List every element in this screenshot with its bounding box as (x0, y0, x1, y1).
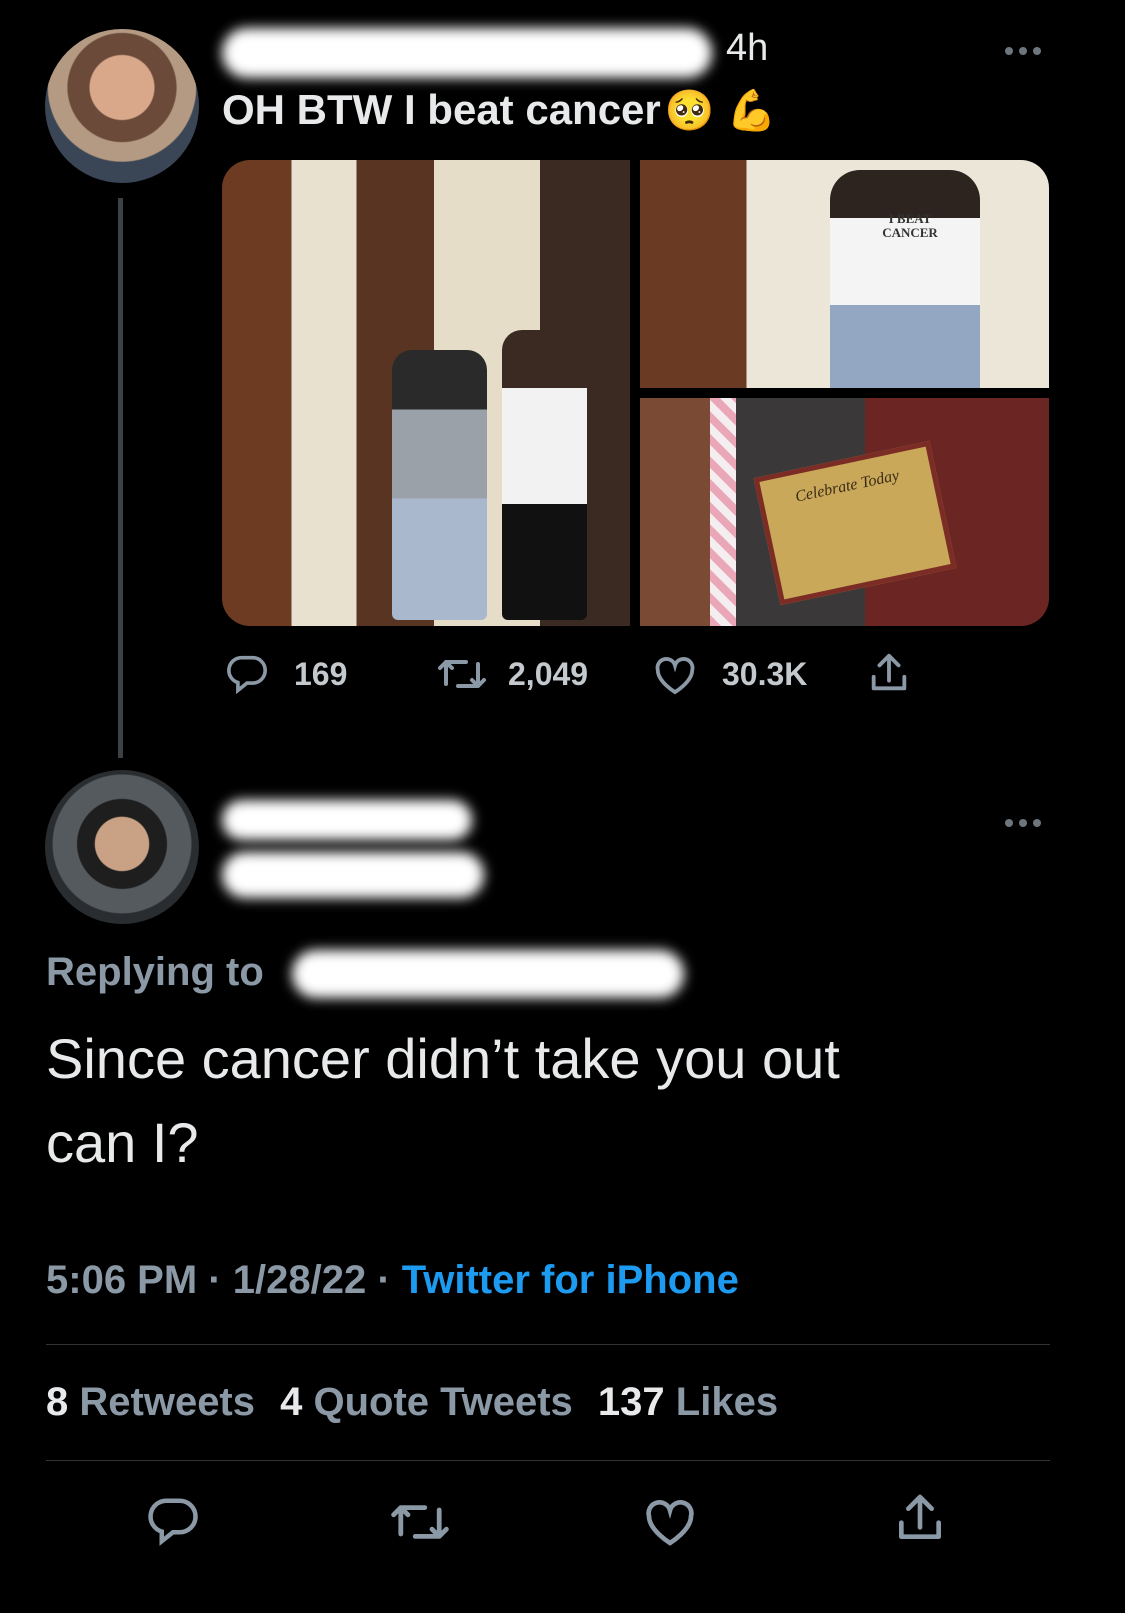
replying-to-label: Replying to (46, 950, 264, 994)
parent-more-icon[interactable] (1005, 42, 1047, 60)
meta-separator: · (377, 1258, 391, 1302)
reply-text-line2: can I? (46, 1111, 199, 1174)
reply-like-button[interactable] (642, 1496, 698, 1548)
likes-stat[interactable]: 137 Likes (598, 1380, 778, 1424)
parent-retweet-button[interactable] (436, 654, 488, 694)
meta-separator: · (208, 1258, 222, 1302)
photo-shirt-text: I BEAT CANCER (882, 211, 938, 240)
share-icon (899, 1494, 941, 1539)
likes-label: Likes (675, 1380, 779, 1424)
reply-source-link[interactable]: Twitter for iPhone (402, 1258, 739, 1302)
photo-plaque-board: Celebrate Today (753, 440, 957, 606)
photo-person-plaid (392, 350, 487, 620)
photo-bell-rope (710, 398, 736, 626)
like-icon (646, 1500, 694, 1546)
parent-reply-button[interactable] (225, 654, 269, 694)
reply-icon (148, 1498, 198, 1546)
reply-icon (227, 655, 267, 694)
photo-hallway[interactable] (222, 160, 630, 626)
parent-avatar[interactable] (45, 29, 199, 183)
photo-person-shirt (830, 170, 980, 388)
retweet-icon (438, 660, 486, 688)
reply-retweet-button[interactable] (388, 1498, 452, 1546)
parent-time: 4h (726, 27, 769, 69)
reply-text-line1: Since cancer didn’t take you out (46, 1027, 840, 1090)
reply-author-name-redacted (222, 800, 472, 840)
retweets-label: Retweets (79, 1380, 255, 1424)
reply-share-button[interactable] (892, 1490, 948, 1546)
retweet-icon (391, 1505, 449, 1539)
thread-line (118, 198, 123, 758)
retweets-stat[interactable]: 8 Retweets (46, 1380, 266, 1424)
parent-reply-count: 169 (294, 656, 348, 692)
plaque-title: Celebrate Today (793, 467, 901, 506)
parent-retweet-count: 2,049 (508, 656, 589, 692)
pleading-emoji: 🥺 (664, 89, 715, 133)
quotes-stat[interactable]: 4 Quote Tweets (280, 1380, 584, 1424)
reply-meta: 5:06 PM · 1/28/22 · Twitter for iPhone (46, 1258, 739, 1303)
reply-reply-button[interactable] (146, 1496, 200, 1546)
photo-grid: I BEAT CANCER Celebrate Today (222, 160, 1049, 626)
photo-shirt[interactable]: I BEAT CANCER (640, 160, 1049, 388)
share-icon (871, 653, 907, 691)
replying-to-handle-redacted[interactable] (292, 950, 684, 998)
parent-share-button[interactable] (866, 650, 912, 696)
likes-count: 137 (597, 1380, 665, 1424)
retweets-count: 8 (46, 1380, 69, 1424)
photo-person-white (502, 330, 587, 620)
muscle-emoji: 💪 (726, 89, 777, 133)
parent-like-count: 30.3K (722, 656, 808, 692)
reply-more-icon[interactable] (1005, 814, 1047, 832)
reply-stats: 8 Retweets 4 Quote Tweets 137 Likes (46, 1380, 778, 1425)
reply-avatar[interactable] (45, 770, 199, 924)
quotes-label: Quote Tweets (313, 1380, 573, 1424)
divider (46, 1460, 1050, 1461)
reply-date: 1/28/22 (232, 1258, 367, 1302)
parent-author-redacted (222, 28, 712, 78)
parent-text: OH BTW I beat cancer 🥺 💪 (222, 86, 776, 134)
parent-like-button[interactable] (652, 654, 698, 696)
like-icon (655, 657, 695, 695)
reply-time: 5:06 PM (46, 1258, 198, 1302)
divider (46, 1344, 1050, 1345)
quotes-count: 4 (280, 1380, 303, 1424)
reply-author-handle-redacted (222, 852, 484, 898)
photo-plaque[interactable]: Celebrate Today (640, 398, 1049, 626)
parent-text-content: OH BTW I beat cancer (222, 86, 661, 133)
